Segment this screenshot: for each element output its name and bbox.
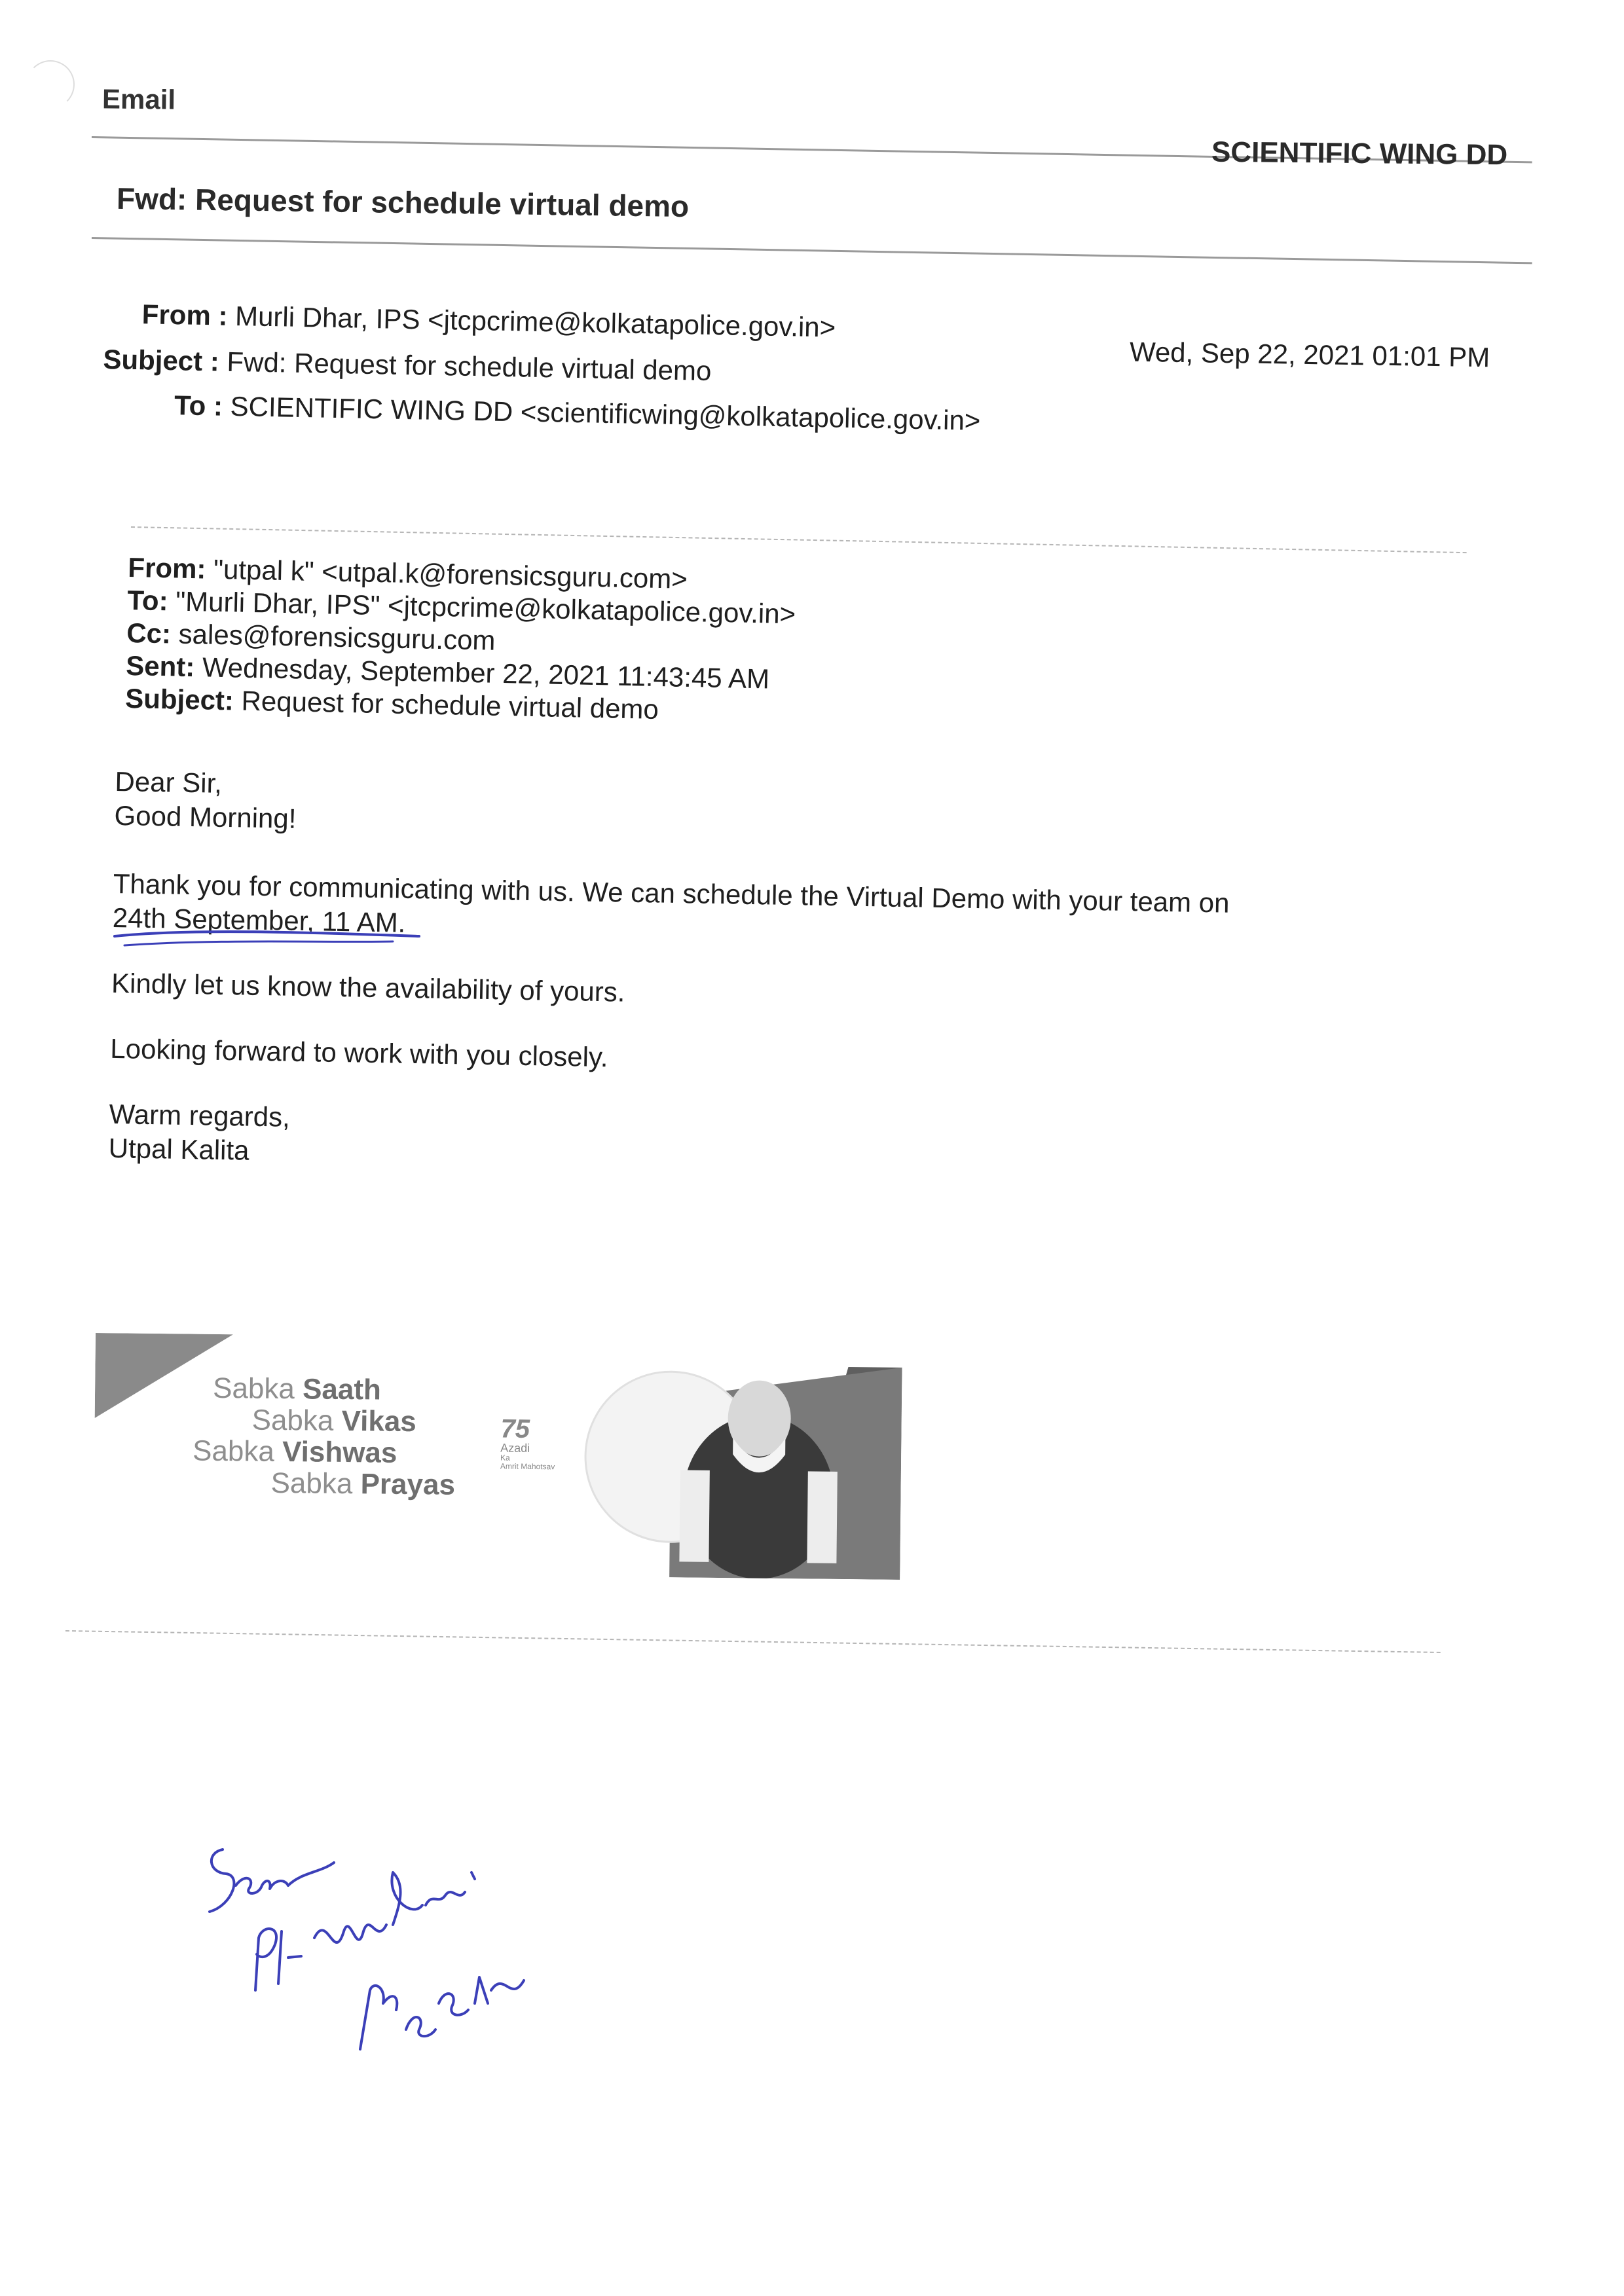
forward-from-label: From : <box>141 299 228 331</box>
slogan-3-bold: Vishwas <box>282 1435 397 1469</box>
slogan-4-bold: Prayas <box>360 1468 456 1501</box>
slogan-1-bold: Saath <box>302 1373 382 1406</box>
message-body: Dear Sir, Good Morning! Thank you for co… <box>108 765 1231 1185</box>
original-subject-label: Subject: <box>124 682 234 716</box>
slogan-line-2: Sabka Vikas <box>251 1404 416 1439</box>
azadi-logo-number: 75 <box>500 1414 530 1444</box>
footer-divider <box>65 1630 1441 1653</box>
azadi-logo: 75 Azadi Ka Amrit Mahotsav <box>500 1414 612 1482</box>
forward-header: From : Murli Dhar, IPS <jtcpcrime@kolkat… <box>0 0 1624 502</box>
forward-from-row: From : Murli Dhar, IPS <jtcpcrime@kolkat… <box>141 299 836 343</box>
forward-subject-label: Subject : <box>103 344 220 377</box>
original-cc-label: Cc: <box>126 617 172 649</box>
original-header: From: "utpal k" <utpal.k@forensicsguru.c… <box>125 551 797 729</box>
ink-underline <box>113 930 420 947</box>
original-divider <box>130 526 1467 554</box>
slogan-line-4: Sabka Prayas <box>270 1467 455 1502</box>
forward-subject-row: Subject : Fwd: Request for schedule virt… <box>103 344 712 387</box>
handwritten-signature <box>208 1848 525 2050</box>
forward-date: Wed, Sep 22, 2021 01:01 PM <box>1129 336 1490 373</box>
body-paragraph-2: Kindly let us know the availability of y… <box>111 967 625 1008</box>
original-to-label: To: <box>126 584 169 617</box>
slogan-4-light: Sabka <box>270 1467 361 1501</box>
original-from-label: From: <box>127 551 206 585</box>
campaign-banner: Sabka Saath Sabka Vikas Sabka Vishwas Sa… <box>93 1333 902 1580</box>
forward-from-value: Murli Dhar, IPS <jtcpcrime@kolkatapolice… <box>234 300 836 343</box>
forward-subject-value: Fwd: Request for schedule virtual demo <box>227 346 712 386</box>
slogan-2-bold: Vikas <box>341 1404 417 1438</box>
slogan-3-light: Sabka <box>192 1434 283 1468</box>
azadi-logo-text-1: Azadi <box>500 1441 530 1455</box>
forward-to-row: To : SCIENTIFIC WING DD <scientificwing@… <box>174 390 981 437</box>
azadi-logo-text-3: Amrit Mahotsav <box>500 1461 555 1472</box>
body-paragraph-3: Looking forward to work with you closely… <box>110 1032 608 1073</box>
original-sent-label: Sent: <box>125 649 195 683</box>
slogan-line-3: Sabka Vishwas <box>193 1435 397 1470</box>
slogan-1-light: Sabka <box>212 1372 303 1406</box>
slogan-2-light: Sabka <box>251 1404 342 1437</box>
forward-to-label: To : <box>174 390 223 422</box>
original-cc-value: sales@forensicsguru.com <box>178 618 496 656</box>
forward-to-value: SCIENTIFIC WING DD <scientificwing@kolka… <box>230 390 981 436</box>
slogan-line-1: Sabka Saath <box>213 1372 381 1407</box>
